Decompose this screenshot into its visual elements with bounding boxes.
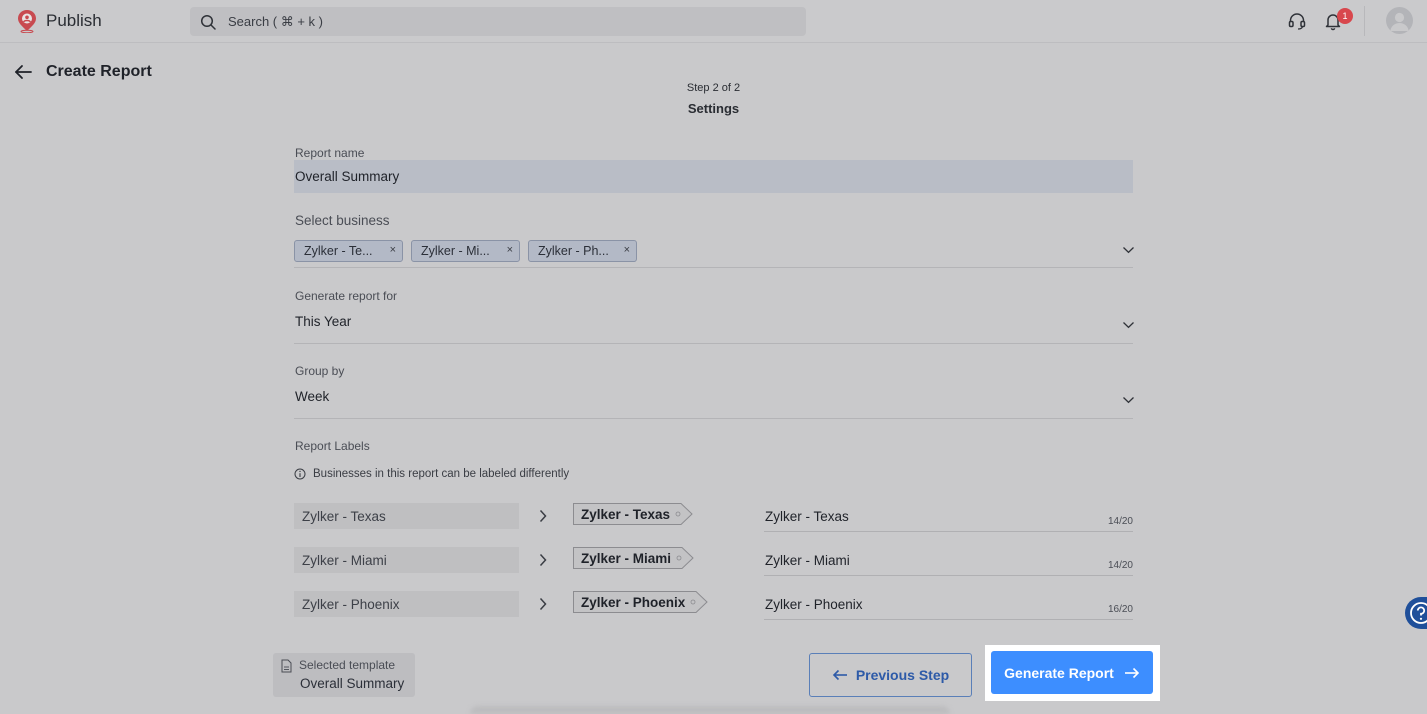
help-icon: [1410, 602, 1427, 624]
chip-remove-icon[interactable]: ×: [507, 244, 513, 256]
chip-remove-icon[interactable]: ×: [390, 244, 396, 256]
label-tag-preview: Zylker - Texas: [573, 503, 693, 525]
label-input-value: Zylker - Miami: [765, 553, 850, 568]
select-business-label: Select business: [295, 213, 390, 228]
chevron-down-icon[interactable]: [1122, 321, 1135, 329]
chip-label: Zylker - Mi...: [421, 244, 490, 258]
step-title: Settings: [687, 101, 740, 116]
business-name-field: Zylker - Phoenix: [294, 591, 519, 617]
report-name-input[interactable]: Overall Summary: [294, 160, 1133, 193]
label-input-value: Zylker - Phoenix: [765, 597, 863, 612]
document-icon: [281, 659, 292, 673]
top-bar: Publish Search ( ⌘ + k ) 1: [0, 0, 1427, 43]
tag-point-icon: [675, 503, 693, 525]
selected-template[interactable]: Selected template Overall Summary: [273, 653, 415, 697]
bottom-panel-edge: [470, 706, 950, 714]
notification-badge: 1: [1337, 8, 1353, 24]
previous-step-label: Previous Step: [855, 667, 950, 683]
chevron-right-icon: [539, 509, 547, 523]
generate-for-label: Generate report for: [295, 289, 398, 303]
business-chip[interactable]: Zylker - Te... ×: [294, 240, 403, 262]
business-chip[interactable]: Zylker - Ph... ×: [528, 240, 637, 262]
info-text: Businesses in this report can be labeled…: [313, 468, 570, 480]
app-name: Publish: [46, 11, 102, 30]
generate-report-button[interactable]: Generate Report: [991, 651, 1153, 694]
char-counter: 14/20: [1107, 516, 1133, 527]
group-by-label: Group by: [295, 364, 345, 378]
divider: [1364, 6, 1365, 36]
search-icon: [200, 14, 216, 30]
label-tag-preview: Zylker - Phoenix: [573, 591, 709, 613]
tag-text: Zylker - Miami: [573, 547, 678, 569]
page-title: Create Report: [46, 63, 152, 80]
char-counter: 14/20: [1107, 560, 1133, 571]
chip-label: Zylker - Te...: [304, 244, 373, 258]
brand[interactable]: Publish: [16, 9, 102, 33]
headset-icon[interactable]: [1287, 11, 1307, 31]
tag-point-icon: [690, 591, 709, 613]
report-name-label: Report name: [295, 146, 365, 160]
chevron-right-icon: [539, 597, 547, 611]
field-underline: [294, 418, 1133, 419]
publish-pin-logo-icon: [18, 10, 36, 33]
business-name-field: Zylker - Miami: [294, 547, 519, 573]
tag-text: Zylker - Phoenix: [573, 591, 692, 613]
business-name-field: Zylker - Texas: [294, 503, 519, 529]
template-name: Overall Summary: [300, 676, 405, 691]
previous-step-button[interactable]: Previous Step: [809, 653, 972, 697]
tag-text: Zylker - Texas: [573, 503, 677, 525]
arrow-left-icon: [832, 669, 847, 681]
chevron-down-icon[interactable]: [1122, 396, 1135, 404]
info-icon: [294, 468, 306, 480]
search-placeholder: Search ( ⌘ + k ): [228, 13, 323, 29]
label-text-input[interactable]: Zylker - Miami 14/20: [764, 548, 1133, 576]
generate-for-select[interactable]: This Year: [295, 314, 351, 329]
field-underline: [294, 343, 1133, 344]
report-labels-info: Businesses in this report can be labeled…: [294, 468, 569, 480]
char-counter: 16/20: [1107, 604, 1133, 615]
chevron-down-icon[interactable]: [1122, 246, 1135, 254]
search-input[interactable]: Search ( ⌘ + k ): [190, 7, 806, 36]
tag-point-icon: [676, 547, 694, 569]
generate-report-highlight: Generate Report: [985, 645, 1160, 701]
business-chip[interactable]: Zylker - Mi... ×: [411, 240, 520, 262]
label-text-input[interactable]: Zylker - Phoenix 16/20: [764, 592, 1133, 620]
label-input-value: Zylker - Texas: [765, 509, 849, 524]
back-arrow-icon[interactable]: [12, 62, 34, 82]
arrow-right-icon: [1124, 667, 1139, 678]
label-tag-preview: Zylker - Miami: [573, 547, 694, 569]
chevron-right-icon: [539, 553, 547, 567]
group-by-select[interactable]: Week: [295, 389, 329, 404]
generate-report-label: Generate Report: [1004, 664, 1114, 681]
field-underline: [294, 267, 1133, 268]
help-button[interactable]: [1405, 597, 1427, 629]
chip-remove-icon[interactable]: ×: [624, 244, 630, 256]
label-text-input[interactable]: Zylker - Texas 14/20: [764, 504, 1133, 532]
report-labels-label: Report Labels: [295, 439, 370, 453]
step-indicator: Step 2 of 2: [686, 82, 741, 94]
chip-label: Zylker - Ph...: [538, 244, 609, 258]
user-avatar-icon[interactable]: [1386, 7, 1413, 34]
template-label: Selected template: [299, 658, 396, 672]
